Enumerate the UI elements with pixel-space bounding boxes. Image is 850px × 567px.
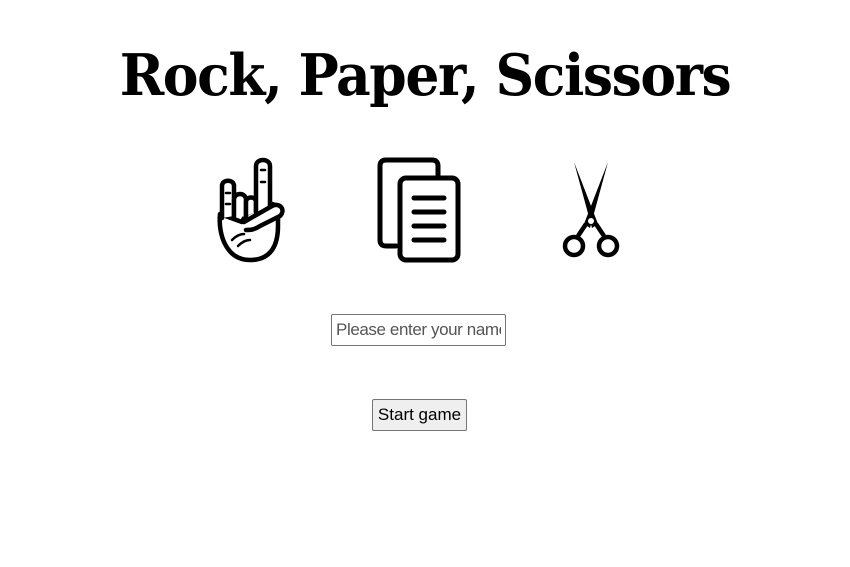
page-title: Rock, Paper, Scissors <box>119 42 732 109</box>
rock-hand-icon[interactable] <box>206 156 290 264</box>
paper-documents-icon[interactable] <box>372 154 466 264</box>
name-input[interactable] <box>331 314 506 346</box>
scissors-icon[interactable] <box>558 158 624 260</box>
start-game-button[interactable]: Start game <box>372 399 467 431</box>
